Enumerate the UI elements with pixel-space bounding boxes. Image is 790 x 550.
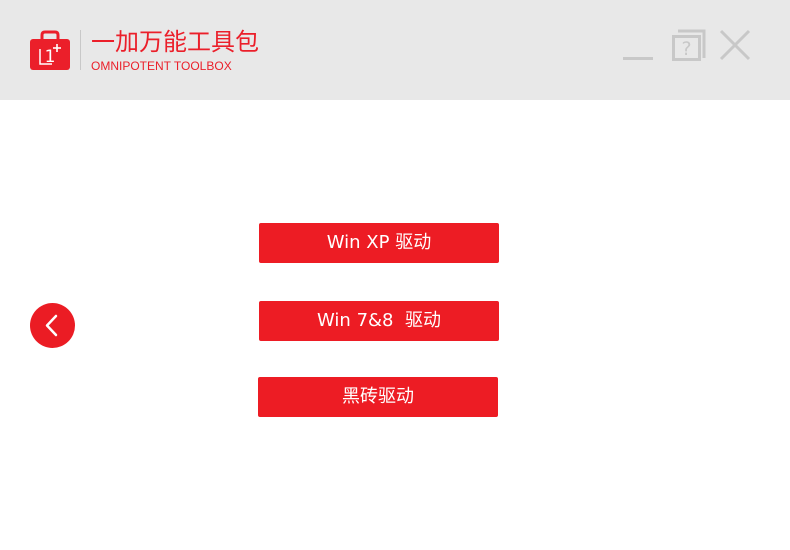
app-subtitle: OMNIPOTENT TOOLBOX bbox=[91, 59, 232, 73]
help-button[interactable]: ? bbox=[670, 28, 706, 62]
chevron-left-icon bbox=[45, 314, 58, 337]
win78-driver-button[interactable]: Win 7&8 驱动 bbox=[259, 301, 499, 341]
main-window: 1 一加万能工具包 OMNIPOTENT TOOLBOX ? Win XP 驱动… bbox=[0, 0, 790, 550]
close-button[interactable] bbox=[718, 28, 752, 62]
minimize-icon bbox=[623, 57, 653, 60]
title-divider bbox=[80, 30, 81, 70]
winxp-driver-button[interactable]: Win XP 驱动 bbox=[259, 223, 499, 263]
help-glyph: ? bbox=[681, 38, 691, 60]
minimize-button[interactable] bbox=[622, 30, 654, 62]
oneplus-toolbox-icon: 1 bbox=[30, 30, 70, 70]
title-bar[interactable]: 1 一加万能工具包 OMNIPOTENT TOOLBOX ? bbox=[0, 0, 790, 100]
hard-brick-driver-button[interactable]: 黑砖驱动 bbox=[258, 377, 498, 417]
back-button[interactable] bbox=[30, 303, 75, 348]
help-icon: ? bbox=[672, 29, 706, 61]
close-icon bbox=[719, 29, 751, 61]
app-title: 一加万能工具包 bbox=[91, 28, 259, 56]
